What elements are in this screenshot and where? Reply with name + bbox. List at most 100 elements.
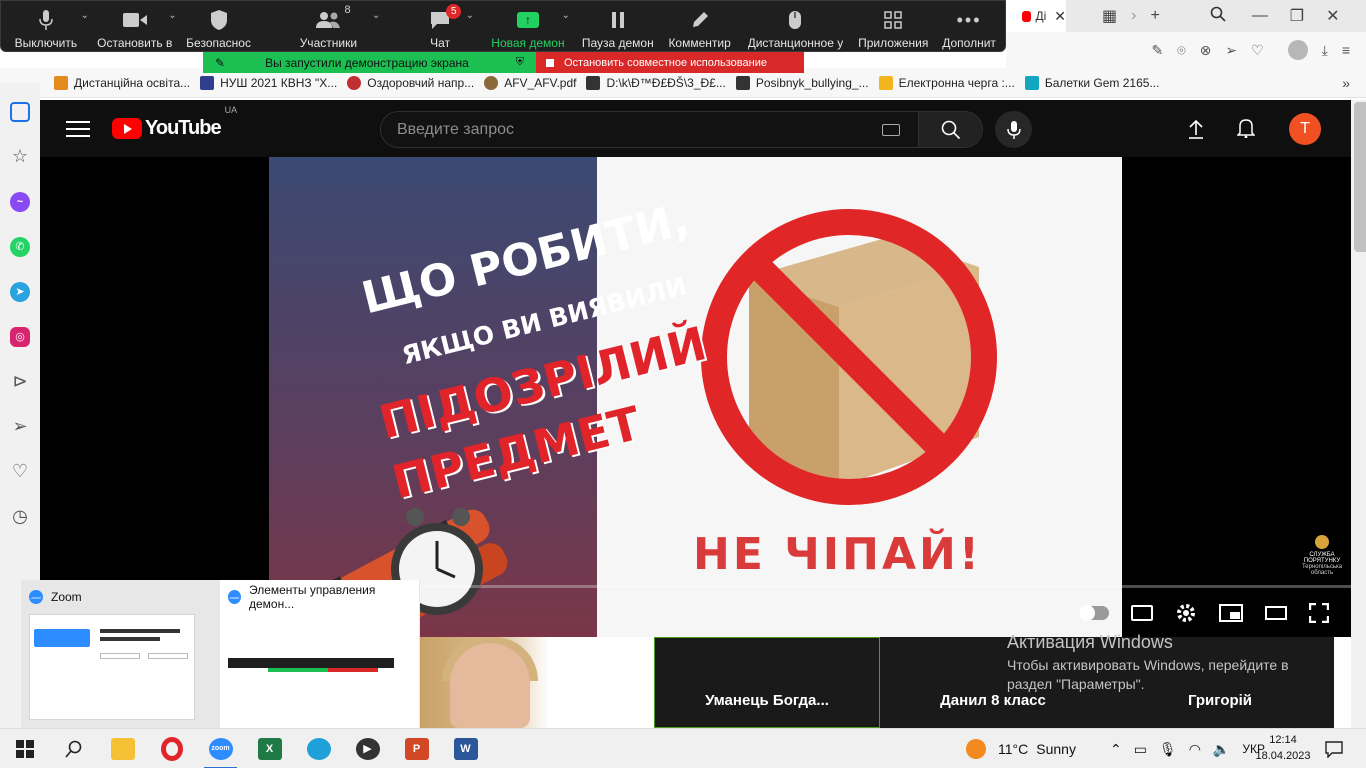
edit-icon[interactable]: ✎	[1151, 42, 1163, 59]
upload-button[interactable]	[1188, 119, 1204, 144]
close-window-icon[interactable]: ✕	[1326, 6, 1339, 26]
new-tab-icon[interactable]: +	[1150, 7, 1159, 25]
participant-tile[interactable]: Уманець Богда...	[654, 637, 880, 728]
chevron-down-icon[interactable]: ⌄	[372, 10, 380, 21]
minimize-icon[interactable]: —	[1252, 7, 1268, 25]
taskbar-file-explorer[interactable]	[98, 729, 147, 768]
miniplayer-icon[interactable]	[1219, 604, 1243, 622]
search-button[interactable]	[49, 729, 98, 768]
wifi-icon[interactable]: ◠	[1189, 741, 1201, 758]
send-icon[interactable]: ➢	[1225, 42, 1237, 59]
youtube-logo[interactable]: YouTube UA	[112, 105, 237, 140]
voice-search-button[interactable]	[995, 111, 1032, 148]
sidebar-favorites[interactable]: ♡	[0, 449, 40, 494]
weather-description[interactable]: Sunny	[1036, 741, 1076, 757]
bookmark-item[interactable]: Балетки Gem 2165...	[1024, 75, 1159, 90]
camera-icon[interactable]: ⌾	[1177, 42, 1185, 59]
weather-temperature[interactable]: 11°C	[998, 741, 1028, 757]
autoplay-toggle[interactable]	[1079, 605, 1109, 621]
taskbar-zoom[interactable]: zoom	[196, 729, 245, 768]
microphone-tray-icon[interactable]: 🎙	[1159, 741, 1177, 758]
bookmark-item[interactable]: Дистанційна освіта...	[54, 75, 190, 90]
bookmark-icon	[200, 75, 215, 90]
clock-time: 12:14	[1269, 734, 1297, 746]
stop-share-button[interactable]: Остановить совместное использование	[536, 52, 804, 73]
sidebar-telegram[interactable]: ➤	[0, 269, 40, 314]
sidebar-flow[interactable]: ➢	[0, 404, 40, 449]
hamburger-menu-icon[interactable]	[66, 120, 90, 137]
sidebar-home[interactable]	[0, 89, 40, 134]
bookmark-item[interactable]: Оздоровчий напр...	[347, 75, 474, 90]
search-button[interactable]	[918, 112, 982, 147]
theater-mode-icon[interactable]	[1265, 606, 1287, 620]
apps-button[interactable]: Приложения	[853, 1, 933, 51]
fullscreen-icon[interactable]	[1309, 603, 1329, 623]
mute-button[interactable]: ⌄ Выключить	[1, 1, 91, 51]
window-thumbnail[interactable]: zoom Zoom	[21, 580, 220, 728]
new-share-button[interactable]: ↑ ⌄ Новая демон	[482, 1, 574, 51]
close-tab-icon[interactable]: ✕	[1054, 8, 1066, 25]
keyboard-icon[interactable]	[882, 123, 900, 136]
participant-video-tile[interactable]	[420, 637, 654, 728]
youtube-header: YouTube UA Введите запрос T	[40, 100, 1351, 157]
chat-button[interactable]: 5 ⌄ Чат	[398, 1, 482, 51]
taskbar-powerpoint[interactable]: P	[392, 729, 441, 768]
window-thumbnail[interactable]: zoom Элементы управления демон...	[220, 580, 419, 728]
video-player[interactable]: ЩО РОБИТИ, ЯКЩО ВИ ВИЯВИЛИ ПІДОЗРІЛИЙ ПР…	[40, 157, 1351, 637]
weather-sun-icon[interactable]	[966, 739, 986, 759]
bookmark-item[interactable]: Posibnyk_bullying_...	[735, 75, 869, 90]
taskbar-excel[interactable]: X	[245, 729, 294, 768]
chevron-right-icon[interactable]: ›	[1131, 7, 1136, 25]
taskbar-media-player[interactable]: ▶	[343, 729, 392, 768]
subtitles-icon[interactable]	[1131, 605, 1153, 621]
sidebar-messenger[interactable]: ~	[0, 179, 40, 224]
taskbar-word[interactable]: W	[441, 729, 490, 768]
stop-video-button[interactable]: ⌄ Остановить в	[91, 1, 179, 51]
block-icon[interactable]: ⊗	[1200, 42, 1212, 59]
sidebar-instagram[interactable]: ◎	[0, 314, 40, 359]
bookmark-item[interactable]: AFV_AFV.pdf	[484, 75, 576, 90]
search-tabs-icon[interactable]	[1210, 6, 1226, 27]
sidebar-speed-dial[interactable]: ☆	[0, 134, 40, 179]
more-bookmarks-icon[interactable]: »	[1342, 75, 1350, 91]
tab-grid-icon[interactable]: ▦	[1102, 6, 1117, 26]
chevron-up-icon[interactable]: ⌃	[1110, 741, 1122, 758]
menu-lines-icon[interactable]: ≡	[1342, 42, 1350, 58]
notification-center-icon[interactable]	[1325, 740, 1343, 763]
sidebar-player[interactable]: ⊳	[0, 359, 40, 404]
scrollbar-thumb[interactable]	[1354, 102, 1366, 252]
remote-control-button[interactable]: Дистанционное у	[738, 1, 854, 51]
taskbar-clock[interactable]: 12:14 18.04.2023	[1255, 732, 1311, 764]
start-button[interactable]	[0, 729, 49, 768]
bookmark-item[interactable]: НУШ 2021 КВНЗ "Х...	[200, 75, 337, 90]
settings-gear-icon[interactable]	[1175, 602, 1197, 624]
account-avatar[interactable]: T	[1289, 113, 1321, 145]
bookmark-icon	[878, 75, 893, 90]
browser-tab-youtube[interactable]: Ді ✕	[1006, 0, 1066, 32]
volume-icon[interactable]: 🔈	[1213, 741, 1230, 758]
taskbar-opera[interactable]	[147, 729, 196, 768]
chevron-down-icon[interactable]: ⌄	[168, 10, 176, 21]
chevron-down-icon[interactable]: ⌄	[561, 10, 569, 21]
bookmark-item[interactable]: Електронна черга :...	[878, 75, 1015, 90]
security-button[interactable]: Безопаснос	[179, 1, 259, 51]
sidebar-whatsapp[interactable]: ✆	[0, 224, 40, 269]
pause-share-button[interactable]: Пауза демон	[574, 1, 662, 51]
notifications-button[interactable]	[1236, 118, 1256, 143]
restore-icon[interactable]: ❐	[1290, 6, 1304, 26]
heart-icon[interactable]: ♡	[1251, 42, 1264, 59]
download-icon[interactable]: ⤓	[1322, 42, 1328, 59]
sidebar-history[interactable]: ◷	[0, 494, 40, 539]
more-button[interactable]: ••• Дополнит	[933, 1, 1005, 51]
annotate-button[interactable]: Комментир	[662, 1, 738, 51]
bookmark-item[interactable]: D:\k\Ð™Ð£ÐŠ\3_Ð£...	[586, 75, 726, 90]
page-scrollbar[interactable]	[1351, 100, 1366, 728]
chevron-down-icon[interactable]: ⌄	[80, 10, 88, 21]
search-input[interactable]: Введите запрос	[381, 112, 918, 147]
profile-avatar-icon[interactable]	[1287, 40, 1308, 60]
participants-button[interactable]: 8 ⌄ Участники	[259, 1, 399, 51]
battery-icon[interactable]: ▭	[1134, 741, 1147, 758]
sharing-indicator[interactable]: ✎ Вы запустили демонстрацию экрана ⛨	[203, 52, 536, 73]
chevron-down-icon[interactable]: ⌄	[466, 10, 474, 21]
taskbar-edge[interactable]	[294, 729, 343, 768]
